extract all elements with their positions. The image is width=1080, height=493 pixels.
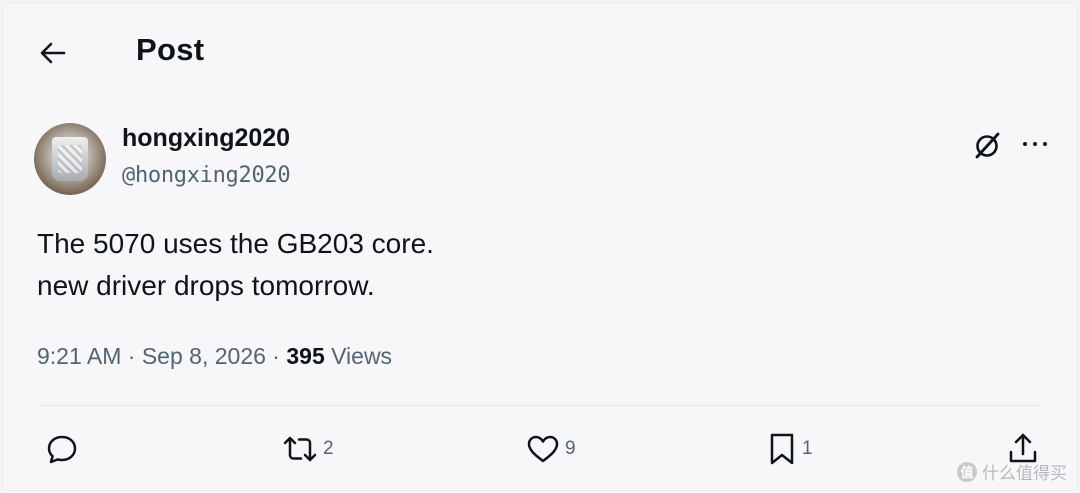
- post-meta: 9:21 AM · Sep 8, 2026 · 395 Views: [37, 343, 392, 370]
- views-label: Views: [331, 343, 393, 369]
- more-horizontal-icon: [1020, 133, 1050, 151]
- retweet-count: 2: [323, 438, 334, 459]
- heart-icon: [527, 435, 559, 463]
- retweet-button[interactable]: 2: [282, 429, 334, 469]
- views-count: 395: [286, 343, 325, 369]
- post-time[interactable]: 9:21 AM: [37, 343, 121, 369]
- more-button[interactable]: [1015, 127, 1055, 157]
- watermark: 值 什么值得买: [957, 459, 1067, 484]
- watermark-text: 什么值得买: [982, 464, 1067, 483]
- reply-icon: [47, 435, 77, 464]
- back-button[interactable]: [33, 35, 73, 71]
- author-handle[interactable]: @hongxing2020: [122, 163, 291, 188]
- page-title: Post: [136, 32, 205, 67]
- author-display-name[interactable]: hongxing2020: [122, 124, 290, 153]
- post-date[interactable]: Sep 8, 2026: [142, 343, 266, 369]
- arrow-left-icon: [40, 42, 66, 64]
- divider: [37, 405, 1043, 406]
- post-card: Post hongxing2020 @hongxing2020 The 5070…: [2, 2, 1078, 491]
- grok-button[interactable]: [969, 127, 1005, 163]
- grok-icon: [975, 132, 1000, 159]
- tweet-line: new driver drops tomorrow.: [37, 270, 375, 301]
- meta-separator: ·: [121, 343, 142, 369]
- bookmark-icon: [770, 433, 794, 465]
- reply-button[interactable]: [45, 429, 79, 469]
- meta-separator: ·: [265, 343, 287, 369]
- avatar[interactable]: [34, 123, 106, 195]
- retweet-icon: [283, 436, 317, 462]
- bookmark-button[interactable]: 1: [767, 429, 813, 469]
- like-count: 9: [565, 438, 576, 459]
- watermark-badge: 值: [957, 461, 977, 482]
- tweet-text: The 5070 uses the GB203 core. new driver…: [37, 223, 434, 307]
- bookmark-count: 1: [802, 438, 813, 459]
- avatar-image: [52, 137, 88, 181]
- like-button[interactable]: 9: [526, 429, 576, 469]
- tweet-line: The 5070 uses the GB203 core.: [37, 228, 434, 259]
